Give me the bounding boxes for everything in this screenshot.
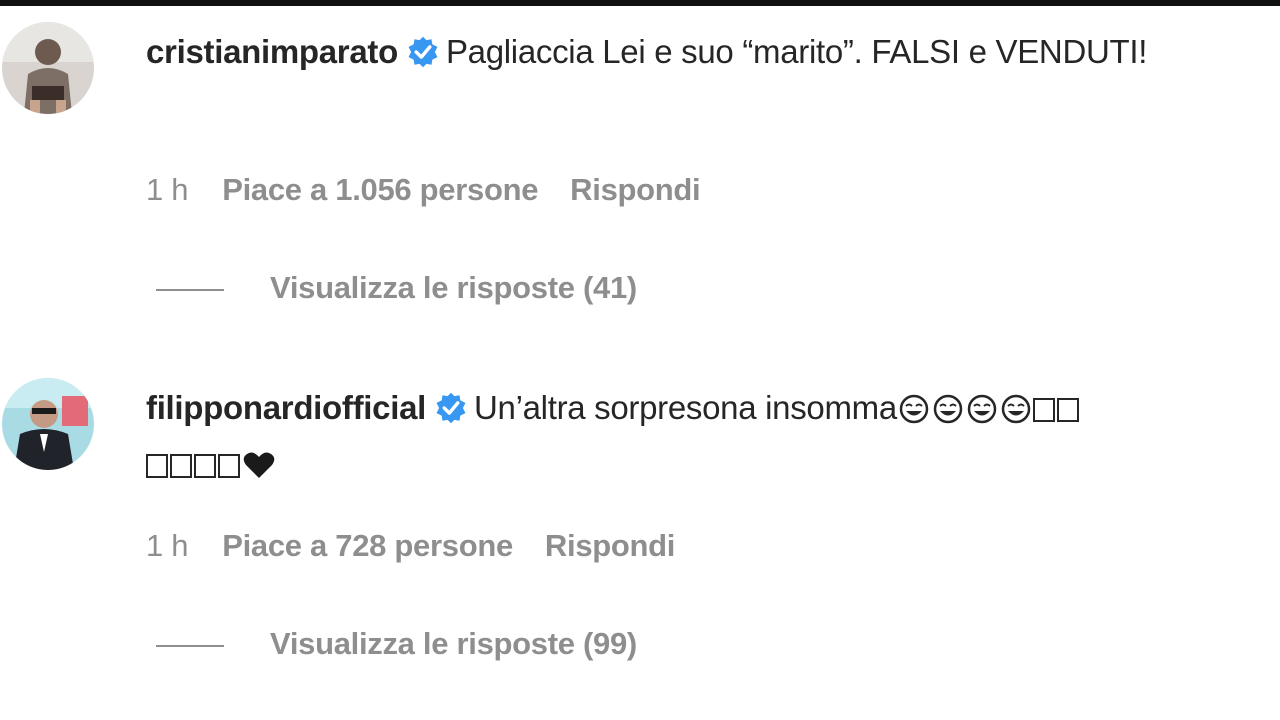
missing-glyph-icon [194, 454, 216, 478]
view-replies-label: Visualizza le risposte (41) [270, 270, 637, 305]
comment-username[interactable]: filipponardiofficial [146, 389, 426, 426]
replies-divider-line [156, 644, 224, 647]
comment-body: filipponardiofficial Un’altra sorpresona … [146, 383, 1256, 494]
top-divider [0, 0, 1280, 6]
comment-meta: 1 h Piace a 728 persone Rispondi [146, 528, 707, 564]
likes-count-link[interactable]: Piace a 1.056 persone [222, 172, 538, 207]
comment-meta: 1 h Piace a 1.056 persone Rispondi [146, 172, 732, 208]
emoji-laughing-icon [931, 388, 965, 438]
emoji-laughing-icon [999, 388, 1033, 438]
comment-body: cristianimparato Pagliaccia Lei e suo “ma… [146, 27, 1256, 83]
missing-glyph-icon [146, 454, 168, 478]
comment-time[interactable]: 1 h [146, 172, 189, 207]
likes-count-link[interactable]: Piace a 728 persone [222, 528, 513, 563]
avatar-icon [2, 378, 94, 470]
comment-time[interactable]: 1 h [146, 528, 189, 563]
reply-button[interactable]: Rispondi [570, 172, 701, 207]
view-replies-button[interactable]: Visualizza le risposte (99) [156, 626, 637, 662]
black-heart-icon [242, 444, 276, 494]
replies-divider-line [156, 288, 224, 291]
emoji-laughing-icon [897, 388, 931, 438]
verified-badge-icon [434, 389, 468, 439]
missing-glyph-icon [170, 454, 192, 478]
comment-text: Pagliaccia Lei e suo “marito”. FALSI e V… [445, 33, 1148, 70]
missing-glyph-icon [218, 454, 240, 478]
avatar-icon [2, 22, 94, 114]
verified-badge-icon [406, 33, 440, 83]
comment-text: Un’altra sorpresona insomma [474, 389, 897, 426]
comment-username[interactable]: cristianimparato [146, 33, 398, 70]
reply-button[interactable]: Rispondi [545, 528, 676, 563]
emoji-laughing-icon [965, 388, 999, 438]
avatar[interactable] [2, 22, 94, 114]
missing-glyph-icon [1032, 398, 1055, 422]
missing-glyph-icon [1056, 398, 1079, 422]
view-replies-button[interactable]: Visualizza le risposte (41) [156, 270, 637, 306]
avatar[interactable] [2, 378, 94, 470]
view-replies-label: Visualizza le risposte (99) [270, 626, 637, 661]
